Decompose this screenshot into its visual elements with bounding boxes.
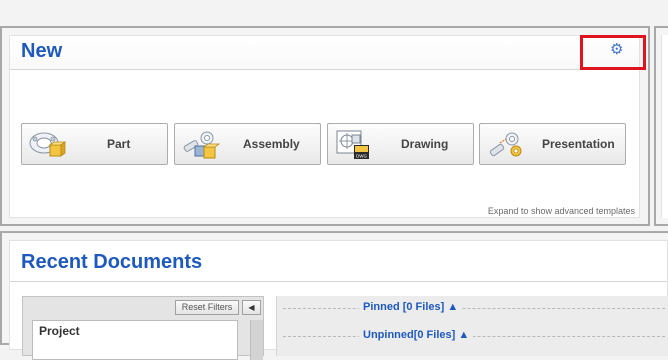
- new-section-title: New: [21, 40, 63, 62]
- expand-advanced-templates-link[interactable]: Expand to show advanced templates: [488, 206, 635, 216]
- new-panel-body: New ⚙ Part Assembly DWG Drawing Presenta…: [9, 35, 646, 218]
- top-frame: [0, 0, 668, 26]
- template-drawing-button[interactable]: DWG Drawing: [327, 123, 474, 165]
- part-icon: [29, 132, 67, 157]
- filter-panel: Reset Filters ◀ Project: [22, 296, 264, 360]
- project-filter-label: Project: [39, 324, 80, 338]
- pinned-divider: [283, 308, 665, 310]
- recent-documents-body: Recent Documents Reset Filters ◀ Project…: [9, 240, 668, 360]
- unpinned-divider: [283, 336, 665, 338]
- documents-list-area: Pinned [0 Files] ▲ Unpinned[0 Files] ▲: [276, 296, 668, 356]
- template-drawing-label: Drawing: [401, 137, 449, 151]
- recent-documents-header: Recent Documents: [10, 241, 667, 282]
- template-assembly-button[interactable]: Assembly: [174, 123, 321, 165]
- right-panel-body: [661, 35, 668, 218]
- svg-text:DWG: DWG: [356, 154, 367, 159]
- collapse-filter-button[interactable]: ◀: [242, 300, 261, 315]
- template-assembly-label: Assembly: [243, 137, 300, 151]
- project-filter-list[interactable]: Project: [32, 320, 238, 360]
- right-panel-edge: [654, 26, 668, 226]
- reset-filters-button[interactable]: Reset Filters: [175, 300, 239, 315]
- gear-icon[interactable]: ⚙: [610, 42, 623, 57]
- presentation-icon: [489, 132, 522, 157]
- new-panel: New ⚙ Part Assembly DWG Drawing Presenta…: [0, 26, 650, 226]
- pinned-files-group[interactable]: Pinned [0 Files] ▲: [359, 301, 463, 313]
- recent-documents-panel: Recent Documents Reset Filters ◀ Project…: [0, 231, 668, 360]
- recent-documents-title: Recent Documents: [21, 251, 203, 273]
- filter-scrollbar[interactable]: [250, 320, 263, 360]
- unpinned-files-group[interactable]: Unpinned[0 Files] ▲: [359, 329, 474, 341]
- template-part-button[interactable]: Part: [21, 123, 168, 165]
- new-panel-header: New ⚙: [10, 35, 646, 70]
- template-presentation-button[interactable]: Presentation: [479, 123, 626, 165]
- drawing-icon: DWG: [336, 130, 369, 159]
- template-presentation-label: Presentation: [542, 137, 615, 151]
- template-part-label: Part: [107, 137, 131, 151]
- assembly-icon: [183, 131, 221, 159]
